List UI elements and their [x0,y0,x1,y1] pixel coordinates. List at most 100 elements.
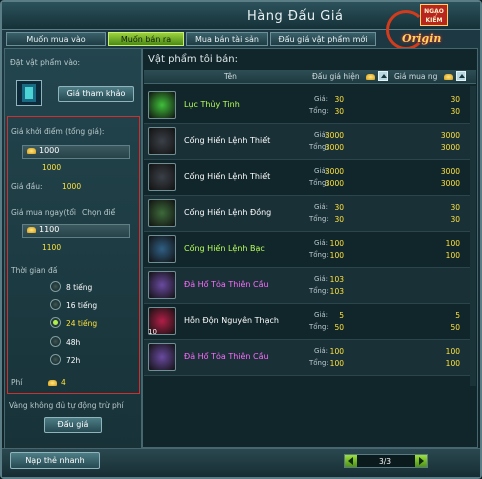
fee-warning: Vàng không đủ tự động trừ phí [9,401,124,410]
start-price-input[interactable]: 1000 [22,145,130,159]
bid-price: 3000 [324,131,344,140]
col-current-bid: Đấu giá hiện [312,72,360,81]
bid-total: 3000 [324,143,344,152]
table-row[interactable]: Lục Thủy Tinh Giá: Tổng: 30 30 30 30 [144,88,476,124]
bid-total: 30 [334,107,344,116]
fee-value: 4 [61,378,66,387]
table-row[interactable]: Đả Hổ Tỏa Thiên Cầu Giá: Tổng: 103 103 [144,268,476,304]
bid-value: 1000 [62,182,82,191]
buyout-total: 1100 [42,243,62,252]
cloak-icon [22,84,36,102]
table-row[interactable]: Cống Hiến Lệnh Thiết Giá: Tổng: 3000 3000 300… [144,124,476,160]
gold-icon [27,226,36,233]
bid-total: 30 [334,215,344,224]
window-title: Hàng Đấu Giá [247,9,344,24]
buyout-value: 1100 [39,225,60,234]
tab-buy[interactable]: Muốn mua vào [6,32,106,46]
sort-buyout-button[interactable] [456,71,466,81]
duration-24h-label: 24 tiếng [66,319,98,328]
duration-72h-label: 72h [66,356,81,365]
auction-button[interactable]: Đấu giá [44,417,102,433]
gold-icon [366,74,375,80]
start-price-total: 1000 [42,163,62,172]
item-name: Cống Hiến Lệnh Đồng [184,208,272,217]
prev-page-button[interactable] [345,455,357,467]
buyout-price: 3000 [440,131,460,140]
col-name: Tên [224,72,237,81]
price-label: Giá: [314,239,329,247]
bid-price: 100 [329,239,344,248]
buyout-total: 3000 [440,179,460,188]
duration-72h-radio[interactable] [50,354,61,365]
buyout-price-input[interactable]: 1100 [22,224,130,238]
item-slot[interactable] [16,80,42,106]
tab-sell[interactable]: Muốn bán ra [108,32,184,46]
buyout-price: 100 [445,347,460,356]
duration-48h-label: 48h [66,338,81,347]
table-header: Tên Đấu giá hiện Giá mua ng [144,70,476,84]
armor-icon [148,343,176,371]
next-page-button[interactable] [415,455,427,467]
gold-icon [27,147,36,154]
tab-bar: Muốn mua vào Muốn bán ra Mua bán tài sản… [6,32,378,46]
bid-total: 50 [334,323,344,332]
item-name: Cống Hiến Lệnh Bạc [184,244,265,253]
iron-token-icon [148,127,176,155]
bid-label: Giá đầu: [11,182,43,191]
item-name: Hỗn Độn Nguyên Thạch [184,316,279,325]
buyout-total: 50 [450,323,460,332]
buyout-price: 30 [450,203,460,212]
iron-token-icon [148,163,176,191]
price-label: Giá: [314,275,329,283]
arrow-left-icon [348,457,353,465]
table-row[interactable]: Cống Hiến Lệnh Bạc Giá: Tổng: 100 100 100 100 [144,232,476,268]
buyout-price: 30 [450,95,460,104]
bid-total: 100 [329,251,344,260]
price-label: Giá: [314,311,329,319]
col-buyout: Giá mua ng [394,72,438,81]
duration-24h-radio[interactable] [50,317,61,328]
duration-48h-radio[interactable] [50,336,61,347]
table-row[interactable]: Cống Hiến Lệnh Thiết Giá: Tổng: 3000 3000 300… [144,160,476,196]
quick-recharge-button[interactable]: Nạp thẻ nhanh [10,452,100,469]
item-quantity: 10 [148,328,157,336]
tab-new-items[interactable]: Đấu giá vật phẩm mới [270,32,376,46]
start-price-label: Giá khởi điểm (tổng giá): [11,127,105,136]
total-label: Tổng: [309,251,329,259]
armor-icon [148,271,176,299]
duration-8h-label: 8 tiếng [66,283,93,292]
buyout-label: Giá mua ngay(tổi [11,208,77,217]
table-row[interactable]: 10 Hỗn Độn Nguyên Thạch Giá: Tổng: 5 50 5 50 [144,304,476,340]
sort-bid-button[interactable] [378,71,388,81]
price-label: Giá: [314,347,329,355]
green-crystal-icon [148,91,176,119]
duration-16h-label: 16 tiếng [66,301,98,310]
buyout-price: 5 [455,311,460,320]
logo-seal: NGẠO KIẾM [420,4,448,26]
item-name: Cống Hiến Lệnh Thiết [184,136,271,145]
tab-assets[interactable]: Mua bán tài sản [186,32,268,46]
reference-price-button[interactable]: Giá tham khảo [58,86,134,102]
bid-price: 5 [339,311,344,320]
choose-label[interactable]: Chọn điể [82,208,115,217]
bid-price: 3000 [324,167,344,176]
fee-label: Phí [11,378,23,387]
table-row[interactable]: Đả Hổ Tỏa Thiên Cầu Giá: Tổng: 100 100 100 100 [144,340,476,376]
item-name: Cống Hiến Lệnh Thiết [184,172,271,181]
duration-8h-radio[interactable] [50,281,61,292]
section-title: Vật phẩm tôi bán: [148,54,238,65]
price-label: Giá: [314,95,329,103]
buyout-total: 100 [445,359,460,368]
pagination: 3/3 [344,454,428,468]
bid-total: 103 [329,287,344,296]
duration-16h-radio[interactable] [50,299,61,310]
arrow-right-icon [419,457,424,465]
logo-origin: Origin [402,32,442,45]
table-row[interactable]: Cống Hiến Lệnh Đồng Giá: Tổng: 30 30 30 30 [144,196,476,232]
gold-icon [48,380,57,386]
bid-total: 100 [329,359,344,368]
list-scrollbar[interactable] [470,86,476,386]
gold-icon [444,74,453,80]
page-indicator: 3/3 [379,457,392,466]
item-name: Đả Hổ Tỏa Thiên Cầu [184,280,269,289]
